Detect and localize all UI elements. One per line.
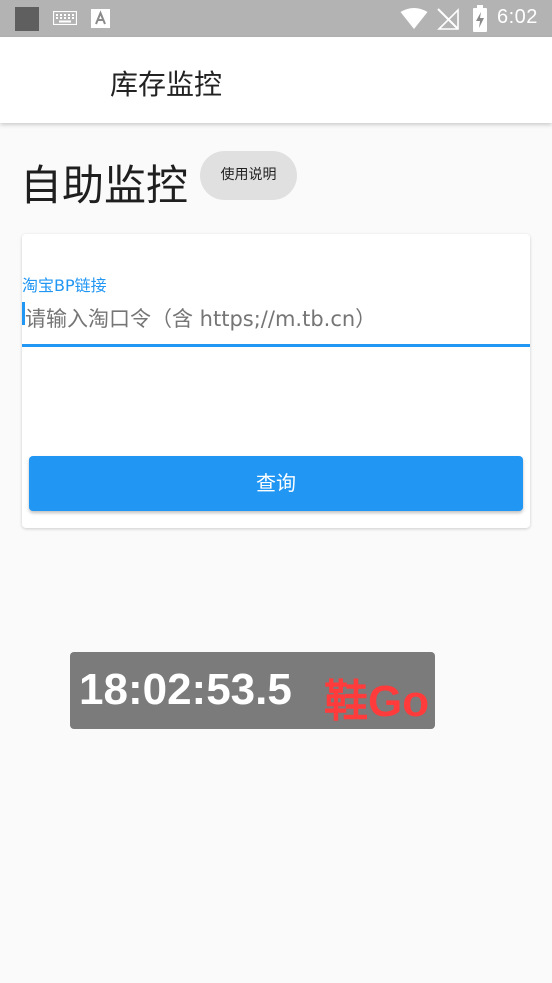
page-title: 自助监控 bbox=[20, 161, 189, 210]
app-bar: 库存监控 bbox=[0, 37, 552, 123]
overlay-brand: 鞋Go bbox=[324, 677, 430, 726]
font-icon bbox=[91, 9, 110, 28]
keyboard-icon bbox=[53, 11, 77, 25]
no-signal-icon bbox=[437, 8, 459, 30]
status-time: 6:02 bbox=[497, 6, 538, 28]
wifi-icon bbox=[400, 8, 428, 29]
text-cursor bbox=[22, 302, 25, 325]
battery-charging-icon bbox=[473, 5, 487, 32]
link-field-label: 淘宝BP链接 bbox=[22, 276, 107, 295]
app-bar-title: 库存监控 bbox=[110, 68, 223, 101]
help-button[interactable]: 使用说明 bbox=[200, 151, 297, 200]
query-card: 淘宝BP链接 查询 bbox=[22, 234, 530, 528]
app-square-icon bbox=[15, 7, 39, 31]
status-bar: 6:02 bbox=[0, 0, 552, 37]
query-button[interactable]: 查询 bbox=[29, 456, 523, 511]
overlay-time: 18:02:53.5 bbox=[79, 665, 292, 714]
link-input[interactable] bbox=[22, 294, 530, 347]
clock-overlay[interactable]: 18:02:53.5 鞋Go bbox=[70, 652, 435, 729]
